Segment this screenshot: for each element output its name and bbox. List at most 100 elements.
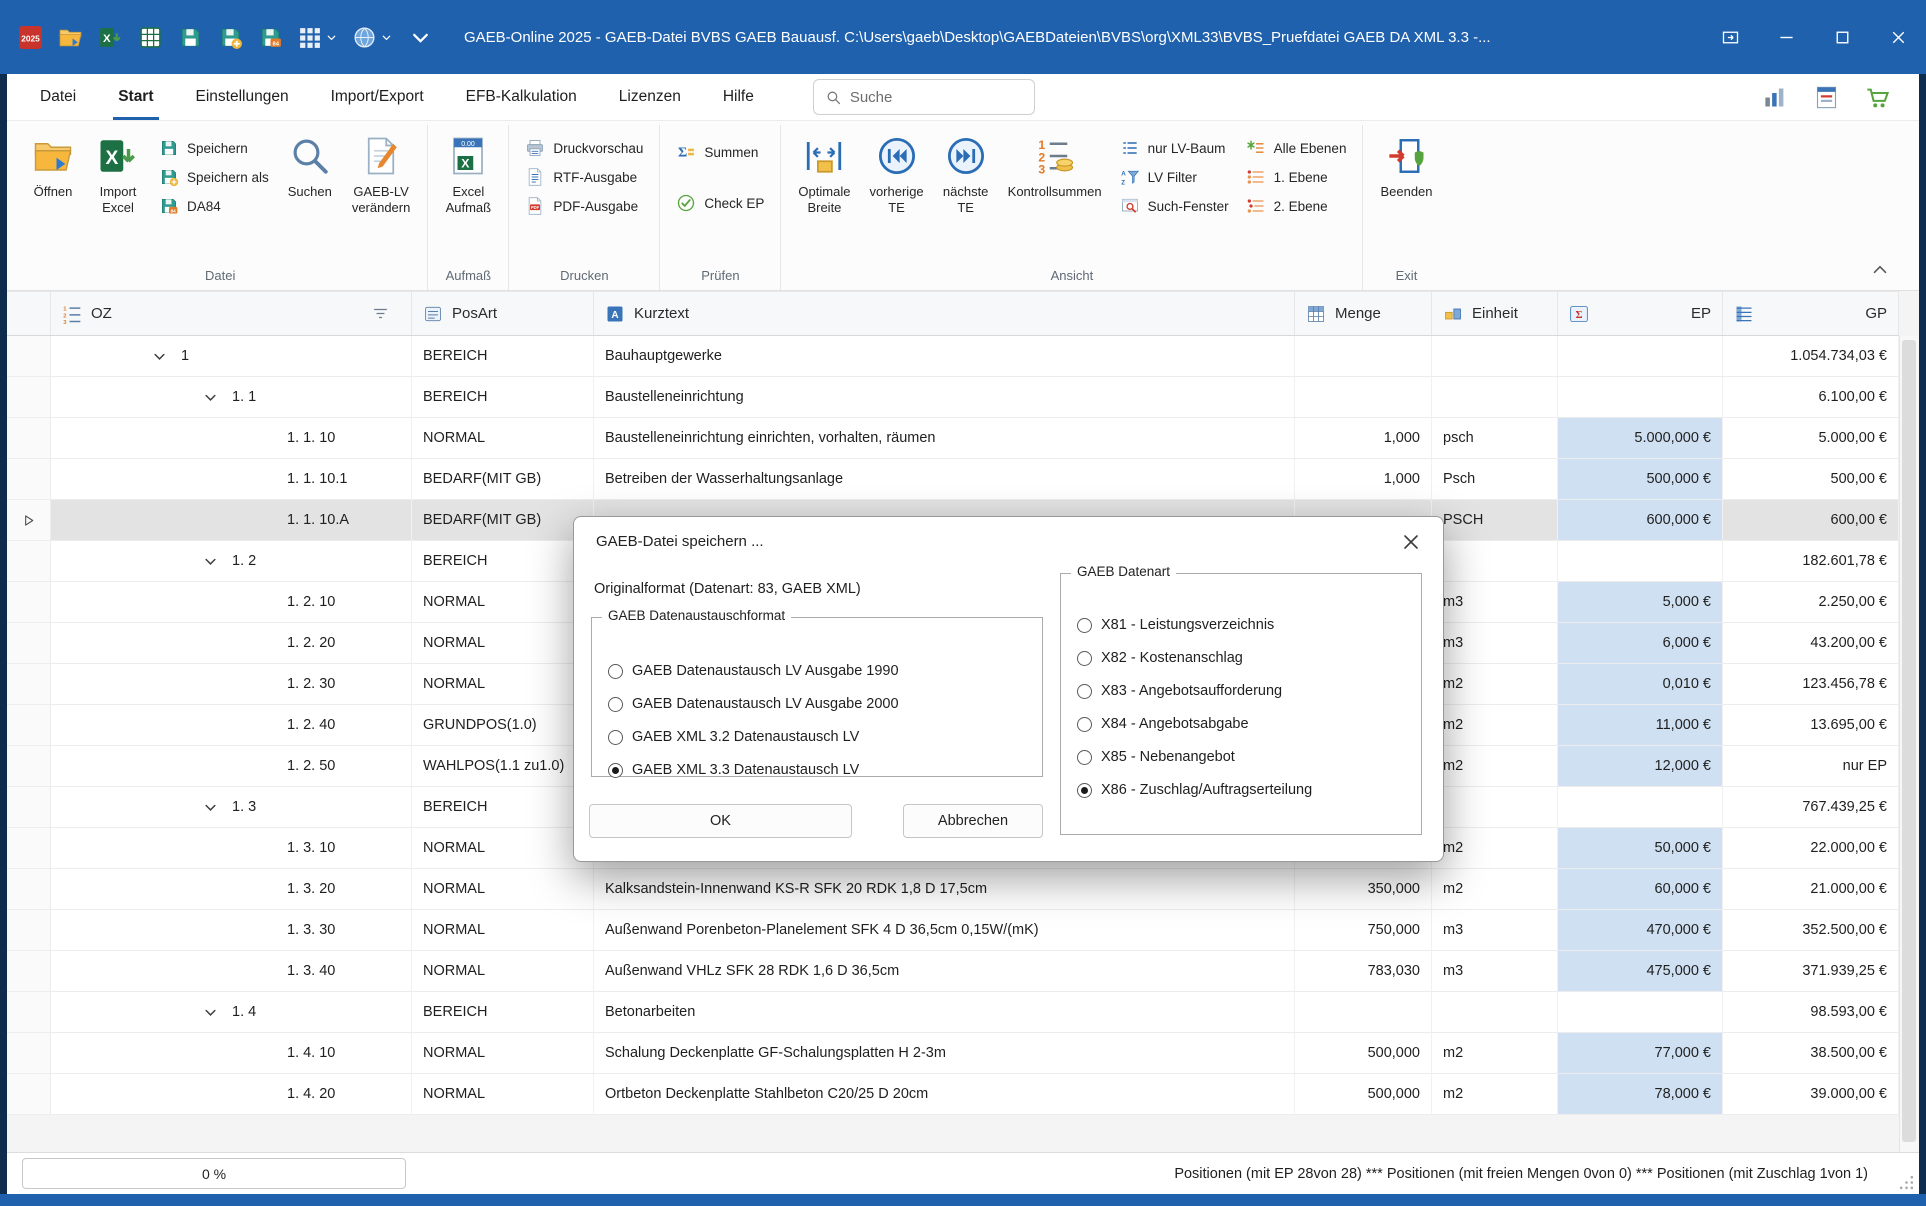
app-logo[interactable]: 2025 — [12, 18, 48, 56]
next-te-button[interactable]: nächste TE — [935, 127, 997, 216]
radio-option-x82-kostenanschlag[interactable]: X82 - Kostenanschlag — [1077, 647, 1413, 669]
collapse-ribbon-button[interactable] — [1869, 259, 1891, 281]
excel-aufmass-button[interactable]: 0.00XExcel Aufmaß — [437, 127, 499, 216]
save-button[interactable]: Speichern — [152, 136, 276, 160]
online-services-icon[interactable] — [347, 18, 398, 56]
dialog-close-button[interactable] — [1399, 530, 1423, 554]
table-row[interactable]: 1. 4BEREICHBetonarbeiten98.593,00 € — [7, 992, 1899, 1033]
excel-table-icon[interactable] — [132, 18, 168, 56]
import-excel-button[interactable]: XImport Excel — [87, 127, 149, 216]
search-box[interactable] — [813, 79, 1035, 115]
kontrollsummen-button[interactable]: 123Kontrollsummen — [1000, 127, 1110, 200]
expand-chevron-icon[interactable] — [137, 336, 181, 376]
beenden-button[interactable]: Beenden — [1372, 127, 1440, 200]
all-levels-button[interactable]: Alle Ebenen — [1239, 136, 1354, 160]
apps-grid-icon[interactable] — [292, 18, 343, 56]
close-button[interactable] — [1870, 0, 1926, 74]
save-as-icon[interactable] — [212, 18, 248, 56]
menu-einstellungen[interactable]: Einstellungen — [175, 74, 310, 120]
radio-button[interactable] — [1077, 618, 1092, 633]
rtf-output-button[interactable]: RTF-Ausgabe — [518, 165, 650, 189]
lv-filter-button[interactable]: AZLV Filter — [1113, 165, 1236, 189]
radio-button[interactable] — [1077, 684, 1092, 699]
radio-button[interactable] — [1077, 783, 1092, 798]
scrollbar-thumb[interactable] — [1902, 340, 1916, 1142]
resize-grip[interactable] — [1898, 1174, 1915, 1191]
lv-tree-only-button[interactable]: nur LV-Baum — [1113, 136, 1236, 160]
cell-oz: 1. 2. 10 — [51, 582, 412, 622]
save-icon[interactable] — [172, 18, 208, 56]
quick-access-menu-icon[interactable] — [402, 18, 438, 56]
radio-option-gaeb-datenaustausch-lv-ausgabe[interactable]: GAEB Datenaustausch LV Ausgabe 1990 — [608, 660, 1034, 682]
summen-button[interactable]: ΣSummen — [669, 140, 771, 164]
shop-cart-icon[interactable] — [1864, 84, 1891, 111]
column-header-gp[interactable]: GP — [1723, 292, 1899, 335]
radio-button[interactable] — [1077, 750, 1092, 765]
switch-window-button[interactable] — [1702, 0, 1758, 74]
previous-te-button[interactable]: vorherige TE — [861, 127, 931, 216]
radio-button[interactable] — [608, 730, 623, 745]
menu-start[interactable]: Start — [97, 74, 174, 120]
menu-datei[interactable]: Datei — [19, 74, 97, 120]
open-file-icon[interactable] — [52, 18, 88, 56]
cancel-button[interactable]: Abbrechen — [903, 804, 1043, 838]
table-row[interactable]: 1. 3. 40NORMALAußenwand VHLz SFK 28 RDK … — [7, 951, 1899, 992]
optimal-width-button[interactable]: Optimale Breite — [790, 127, 858, 216]
table-row[interactable]: 1. 1. 10NORMALBaustelleneinrichtung einr… — [7, 418, 1899, 459]
column-header-kurz[interactable]: AKurztext — [594, 292, 1295, 335]
table-row[interactable]: 1. 1BEREICHBaustelleneinrichtung6.100,00… — [7, 377, 1899, 418]
vertical-scrollbar[interactable] — [1899, 336, 1919, 1152]
license-window-icon[interactable] — [1813, 84, 1840, 111]
radio-option-x81-leistungsverzeichnis[interactable]: X81 - Leistungsverzeichnis — [1077, 614, 1413, 636]
search-input[interactable] — [850, 89, 1023, 106]
level-2-button[interactable]: 2. Ebene — [1239, 194, 1354, 218]
table-row[interactable]: 1. 3. 20NORMALKalksandstein-Innenwand KS… — [7, 869, 1899, 910]
radio-button[interactable] — [1077, 717, 1092, 732]
statistics-icon[interactable] — [1762, 84, 1789, 111]
column-header-einheit[interactable]: Einheit — [1432, 292, 1558, 335]
radio-button[interactable] — [608, 697, 623, 712]
level-1-button[interactable]: 1. Ebene — [1239, 165, 1354, 189]
expand-chevron-icon[interactable] — [188, 787, 232, 827]
table-row[interactable]: 1. 3. 30NORMALAußenwand Porenbeton-Plane… — [7, 910, 1899, 951]
da84-button[interactable]: 84DA84 — [152, 194, 276, 218]
menu-hilfe[interactable]: Hilfe — [702, 74, 775, 120]
expand-chevron-icon[interactable] — [188, 377, 232, 417]
radio-button[interactable] — [608, 664, 623, 679]
radio-option-x84-angebotsabgabe[interactable]: X84 - Angebotsabgabe — [1077, 713, 1413, 735]
table-row[interactable]: 1. 4. 10NORMALSchalung Deckenplatte GF-S… — [7, 1033, 1899, 1074]
expand-chevron-icon[interactable] — [188, 992, 232, 1032]
minimize-button[interactable] — [1758, 0, 1814, 74]
column-header-posart[interactable]: PosArt — [412, 292, 594, 335]
radio-option-x83-angebotsaufforderung[interactable]: X83 - Angebotsaufforderung — [1077, 680, 1413, 702]
table-row[interactable]: 1BEREICHBauhauptgewerke1.054.734,03 € — [7, 336, 1899, 377]
menu-lizenzen[interactable]: Lizenzen — [598, 74, 702, 120]
save-as-button[interactable]: Speichern als — [152, 165, 276, 189]
radio-option-gaeb-xml-3-2-datenaustausch-lv[interactable]: GAEB XML 3.2 Datenaustausch LV — [608, 726, 1034, 748]
column-header-menge[interactable]: Menge — [1295, 292, 1432, 335]
radio-option-gaeb-xml-3-3-datenaustausch-lv[interactable]: GAEB XML 3.3 Datenaustausch LV — [608, 759, 1034, 781]
menu-import-export[interactable]: Import/Export — [310, 74, 445, 120]
ok-button[interactable]: OK — [589, 804, 852, 838]
radio-option-x86-zuschlag-auftragserteilung[interactable]: X86 - Zuschlag/Auftragserteilung — [1077, 779, 1413, 801]
search-window-button[interactable]: Such-Fenster — [1113, 194, 1236, 218]
table-row[interactable]: 1. 4. 20NORMALOrtbeton Deckenplatte Stah… — [7, 1074, 1899, 1115]
radio-option-x85-nebenangebot[interactable]: X85 - Nebenangebot — [1077, 746, 1413, 768]
check-ep-button[interactable]: Check EP — [669, 191, 771, 215]
save-da84-icon[interactable]: 84 — [252, 18, 288, 56]
search-button[interactable]: Suchen — [279, 127, 341, 200]
modify-gaeb-lv-button[interactable]: GAEB-LV verändern — [344, 127, 419, 216]
excel-import-icon[interactable]: X — [92, 18, 128, 56]
column-header-ep[interactable]: ΣEP — [1558, 292, 1723, 335]
table-row[interactable]: 1. 1. 10.1BEDARF(MIT GB)Betreiben der Wa… — [7, 459, 1899, 500]
expand-chevron-icon[interactable] — [188, 541, 232, 581]
menu-efb-kalkulation[interactable]: EFB-Kalkulation — [445, 74, 598, 120]
column-header-oz[interactable]: 123OZ — [51, 292, 412, 335]
open-button[interactable]: Öffnen — [22, 127, 84, 200]
radio-option-gaeb-datenaustausch-lv-ausgabe[interactable]: GAEB Datenaustausch LV Ausgabe 2000 — [608, 693, 1034, 715]
print-preview-button[interactable]: Druckvorschau — [518, 136, 650, 160]
pdf-output-button[interactable]: PDFPDF-Ausgabe — [518, 194, 650, 218]
radio-button[interactable] — [608, 763, 623, 778]
maximize-button[interactable] — [1814, 0, 1870, 74]
radio-button[interactable] — [1077, 651, 1092, 666]
